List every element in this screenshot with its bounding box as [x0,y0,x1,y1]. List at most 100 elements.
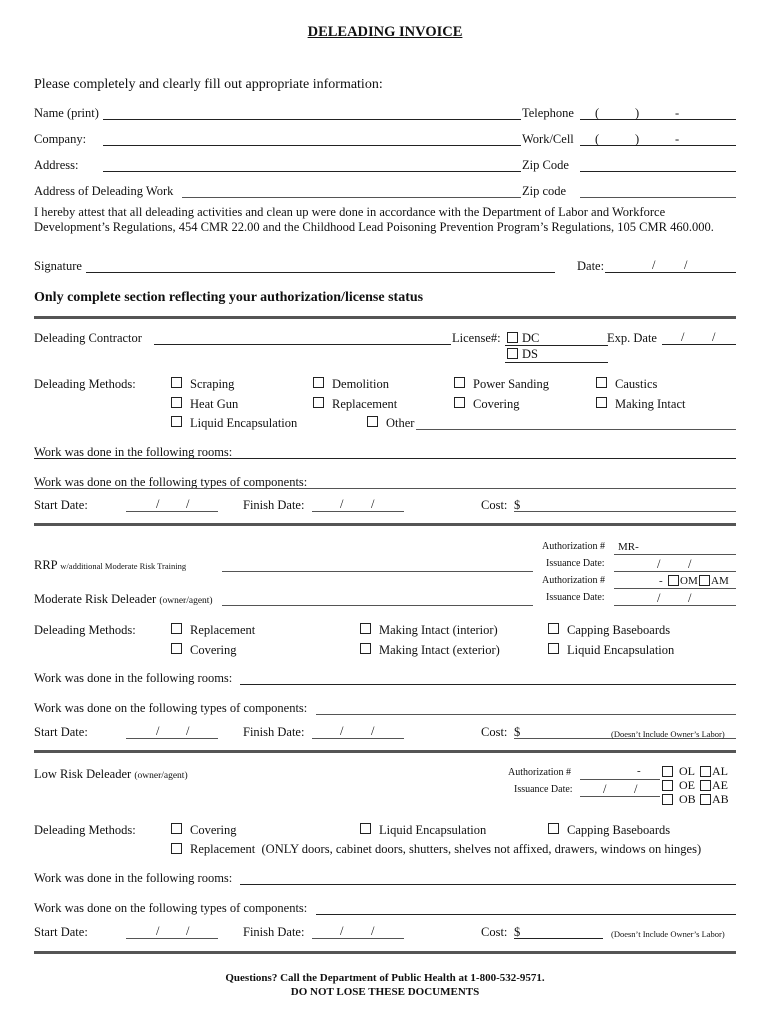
lr-components-input[interactable] [316,900,736,915]
lr-auth-input[interactable] [580,765,660,780]
section-divider [34,523,736,526]
mr-auth-prefix: MR- [618,541,639,553]
workcell-open-paren: ( [595,132,600,146]
intro-text: Please completely and clearly fill out a… [34,77,383,92]
method-power-sanding-checkbox[interactable] [454,377,465,388]
license-dc-checkbox[interactable] [507,332,518,343]
mr-method-capping-checkbox[interactable] [548,623,559,634]
mrd-input[interactable] [222,591,533,606]
date-slash: / [186,497,190,511]
name-input[interactable] [103,105,521,120]
date-slash: / [371,924,375,938]
lr-ob-label: OB [679,792,696,806]
mr-finish-label: Finish Date: [243,725,305,739]
lr-ae-checkbox[interactable] [700,780,711,791]
contractor-cost-label: Cost: [481,498,508,512]
mrd-issuance-input[interactable] [614,591,736,606]
mrd-label: Moderate Risk Deleader (owner/agent) [34,592,213,607]
mrd-am-checkbox[interactable] [699,575,710,586]
mr-start-input[interactable] [126,724,218,739]
contractor-cost-input[interactable] [514,497,736,512]
rrp-issuance-input[interactable] [614,557,736,572]
lr-finish-input[interactable] [312,924,404,939]
zip-input[interactable] [580,157,736,172]
lr-ol-checkbox[interactable] [662,766,673,777]
footer-questions: Questions? Call the Department of Public… [225,972,545,984]
method-caustics-checkbox[interactable] [596,377,607,388]
lr-oe-label: OE [679,778,695,792]
date-slash: / [156,924,160,938]
company-label: Company: [34,132,87,146]
signature-date-input[interactable] [605,258,736,273]
method-covering-checkbox[interactable] [454,397,465,408]
license-ds-checkbox[interactable] [507,348,518,359]
license-dc-label: DC [522,331,540,345]
rrp-title: RRP [34,558,58,572]
method-liquid-encapsulation-checkbox[interactable] [171,416,182,427]
lr-method-capping-checkbox[interactable] [548,823,559,834]
lr-rooms-input[interactable] [240,870,736,885]
contractor-components-input[interactable] [34,474,736,489]
lr-ab-checkbox[interactable] [700,794,711,805]
rrp-label: RRP w/additional Moderate Risk Training [34,558,186,573]
mr-method-liquid-checkbox[interactable] [548,643,559,654]
method-other-input[interactable] [416,415,736,430]
lr-cost-input[interactable] [514,924,603,939]
contractor-rooms-input[interactable] [34,444,736,459]
deleading-address-label: Address of Deleading Work [34,184,174,198]
mr-method-intact-interior-checkbox[interactable] [360,623,371,634]
mr-method-covering-label: Covering [190,643,237,657]
contractor-finish-input[interactable] [312,497,404,512]
lr-ab-label: AB [712,792,729,806]
method-other-checkbox[interactable] [367,416,378,427]
signature-label: Signature [34,259,82,273]
deleading-address-input[interactable] [182,183,521,198]
section-heading: Only complete section reflecting your au… [34,290,424,305]
method-replacement-checkbox[interactable] [313,397,324,408]
contractor-start-input[interactable] [126,497,218,512]
mrd-om-checkbox[interactable] [668,575,679,586]
lr-cost-note: (Doesn’t Include Owner’s Labor) [611,929,725,939]
method-scraping-checkbox[interactable] [171,377,182,388]
lr-ob-checkbox[interactable] [662,794,673,805]
method-heat-gun-checkbox[interactable] [171,397,182,408]
method-demolition-checkbox[interactable] [313,377,324,388]
rrp-input[interactable] [222,557,533,572]
company-input[interactable] [103,131,521,146]
zip2-input[interactable] [580,183,736,198]
date-slash: / [371,497,375,511]
lr-oe-checkbox[interactable] [662,780,673,791]
mr-method-replacement-checkbox[interactable] [171,623,182,634]
telephone-input[interactable] [580,105,736,120]
exp-date-input[interactable] [662,330,736,345]
contractor-input[interactable] [154,330,451,345]
lr-method-replacement-label: Replacement (ONLY doors, cabinet doors, … [190,842,701,857]
phone-open-paren: ( [595,106,600,120]
method-making-intact-checkbox[interactable] [596,397,607,408]
mr-method-intact-exterior-checkbox[interactable] [360,643,371,654]
date-slash: / [186,924,190,938]
signature-input[interactable] [86,258,555,273]
date-slash: / [688,591,692,605]
mr-auth-label: Authorization # [542,541,606,552]
lr-ae-label: AE [712,778,728,792]
zip-label: Zip Code [522,158,569,172]
method-replacement-label: Replacement [332,397,398,411]
workcell-input[interactable] [580,131,736,146]
mr-components-input[interactable] [316,700,736,715]
lr-method-covering-checkbox[interactable] [171,823,182,834]
lr-al-checkbox[interactable] [700,766,711,777]
mr-rooms-input[interactable] [240,670,736,685]
lr-method-liquid-checkbox[interactable] [360,823,371,834]
mr-method-liquid-label: Liquid Encapsulation [567,643,675,657]
phone-close-paren: ) [635,106,640,120]
lr-method-replacement-checkbox[interactable] [171,843,182,854]
address-input[interactable] [103,157,521,172]
lr-issuance-input[interactable] [580,782,660,797]
license-ds-line [505,362,608,363]
lr-components-label: Work was done on the following types of … [34,901,308,915]
date-slash: / [603,782,607,796]
mr-finish-input[interactable] [312,724,404,739]
lr-start-input[interactable] [126,924,218,939]
mr-method-covering-checkbox[interactable] [171,643,182,654]
